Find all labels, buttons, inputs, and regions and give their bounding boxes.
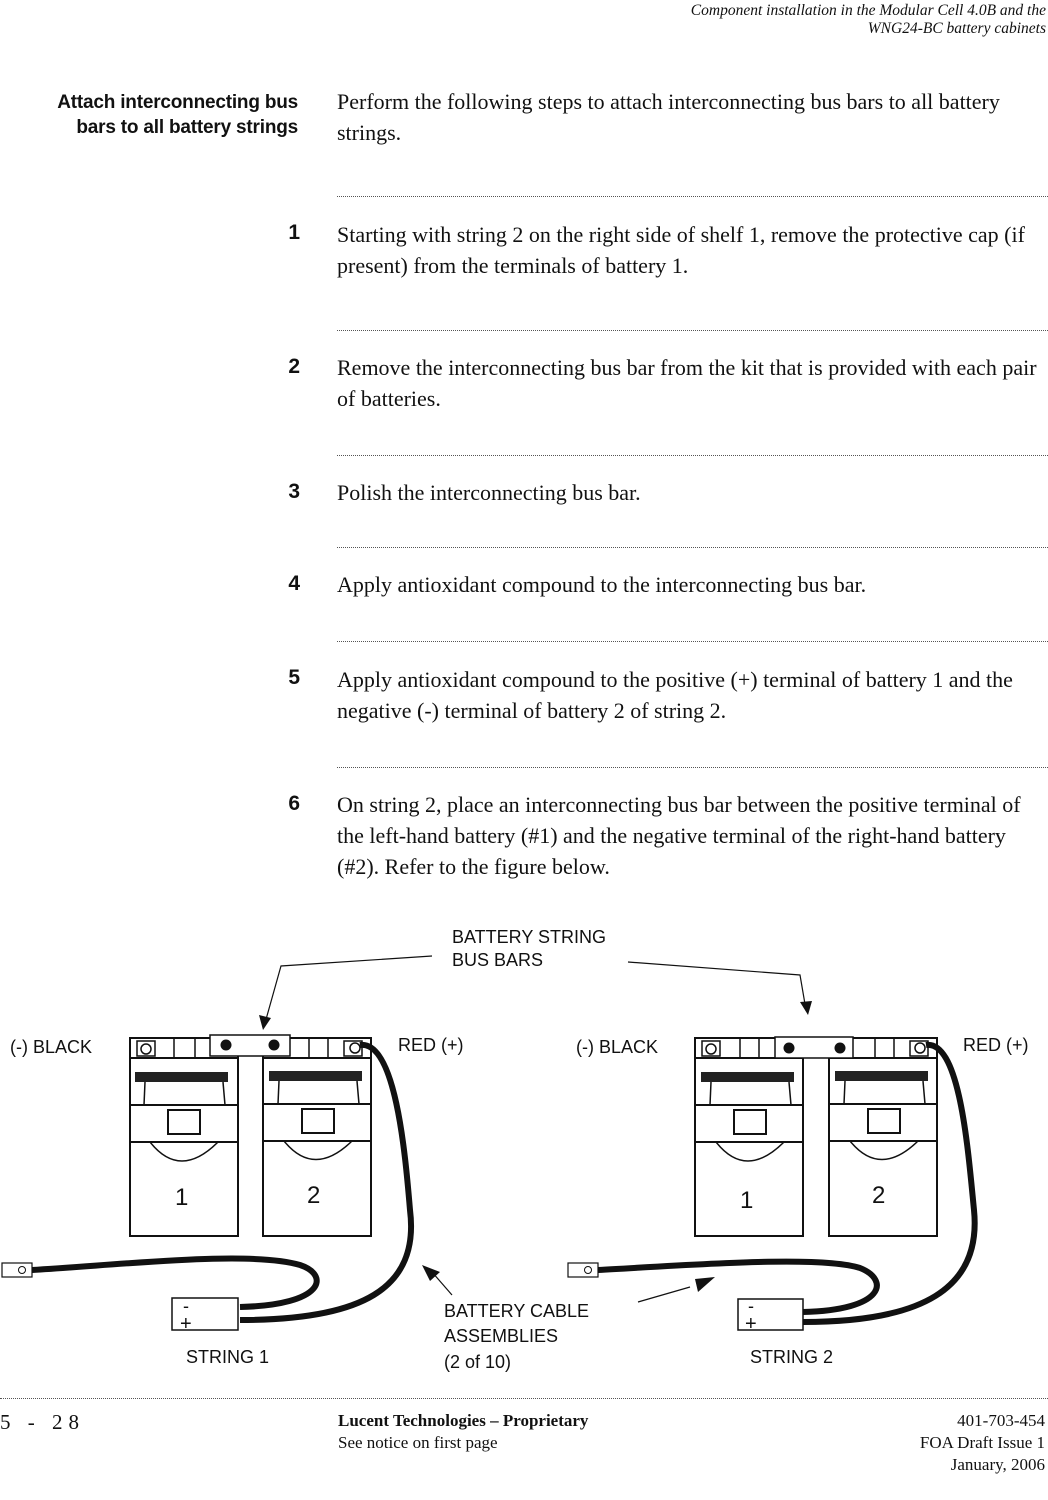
step-text: On string 2, place an interconnecting bu… — [337, 792, 1021, 879]
step-divider — [337, 547, 1048, 548]
positive-red-label: RED (+) — [963, 1035, 1029, 1055]
step-text: Apply antioxidant compound to the interc… — [337, 572, 867, 597]
running-header: Component installation in the Modular Ce… — [691, 2, 1046, 38]
arrow-head-icon — [259, 1015, 271, 1030]
step-text: Polish the interconnecting bus bar. — [337, 480, 641, 505]
step-text: Starting with string 2 on the right side… — [337, 222, 1025, 278]
negative-black-label: (-) BLACK — [576, 1037, 658, 1057]
footer-company: Lucent Technologies – Proprietary — [338, 1411, 589, 1430]
battery-number: 2 — [872, 1182, 885, 1209]
arrow-head-icon — [695, 1277, 715, 1292]
battery-2: 2 — [262, 1037, 372, 1237]
battery-string-figure: BATTERY STRING BUS BARS BATTERY CABLE AS… — [1, 927, 1029, 1372]
string-2-assembly: (-) BLACK RED (+) 1 2 - + STRING 2 — [567, 1035, 1029, 1367]
positive-red-label: RED (+) — [398, 1035, 464, 1055]
step-number: 5 — [288, 666, 300, 689]
footer-doc-block: 401-703-454 FOA Draft Issue 1 January, 2… — [920, 1410, 1045, 1476]
step-text: Apply antioxidant compound to the positi… — [337, 667, 1013, 723]
footer-issue: FOA Draft Issue 1 — [919, 1433, 1045, 1452]
battery-number: 1 — [740, 1187, 753, 1214]
footer-divider — [0, 1398, 1048, 1399]
step-divider — [337, 455, 1048, 456]
intro-text: Perform the following steps to attach in… — [337, 89, 1000, 145]
step-number: 2 — [288, 355, 300, 378]
section-title: Attach interconnecting bus bars to all b… — [0, 90, 298, 140]
header-line-1: Component installation in the Modular Ce… — [690, 2, 1046, 19]
bus-bars-label-line-1: BATTERY STRING — [452, 927, 606, 947]
step-text: Remove the interconnecting bus bar from … — [337, 355, 1037, 411]
battery-number: 1 — [175, 1184, 188, 1211]
step-number: 4 — [288, 572, 300, 595]
step-divider — [337, 330, 1048, 331]
header-line-2: WNG24-BC battery cabinets — [867, 20, 1046, 37]
footer-date: January, 2006 — [950, 1455, 1045, 1474]
bus-bar-leader-left — [264, 955, 433, 1024]
step-divider — [337, 641, 1048, 642]
string-label: STRING 2 — [750, 1347, 833, 1367]
footer-company-block: Lucent Technologies – Proprietary See no… — [338, 1410, 588, 1454]
string-label: STRING 1 — [186, 1347, 269, 1367]
step-number: 6 — [288, 792, 300, 815]
arrow-head-icon — [800, 1001, 812, 1015]
footer-notice: See notice on first page — [338, 1433, 498, 1452]
section-title-line-2: bars to all battery strings — [76, 117, 298, 138]
plus-sign: + — [745, 1313, 757, 1335]
step-number: 3 — [288, 480, 300, 503]
string-1-assembly: (-) BLACK RED (+) 1 2 - + STRING 1 — [1, 1034, 464, 1367]
battery-number: 2 — [307, 1182, 320, 1209]
bus-bars-label-line-2: BUS BARS — [452, 950, 543, 970]
cable-leader-right — [637, 1286, 691, 1303]
cable-label-line-3: (2 of 10) — [444, 1352, 511, 1372]
cable-lug-icon — [1, 1262, 33, 1278]
step-divider — [337, 767, 1048, 768]
battery-1: 1 — [129, 1037, 239, 1237]
section-title-line-1: Attach interconnecting bus — [57, 92, 298, 113]
footer-doc-number: 401-703-454 — [957, 1411, 1045, 1430]
step-number: 1 — [288, 221, 300, 244]
cable-label-line-2: ASSEMBLIES — [444, 1326, 558, 1346]
battery-2: 2 — [828, 1037, 938, 1237]
battery-1: 1 — [694, 1037, 804, 1237]
bus-bar-leader-right — [627, 961, 807, 1011]
page-number: 5 - 28 — [0, 1410, 85, 1434]
negative-black-label: (-) BLACK — [10, 1037, 92, 1057]
cable-lug-icon — [567, 1262, 599, 1278]
cable-label-line-1: BATTERY CABLE — [444, 1301, 589, 1321]
plus-sign: + — [180, 1313, 192, 1335]
step-divider — [337, 196, 1048, 197]
